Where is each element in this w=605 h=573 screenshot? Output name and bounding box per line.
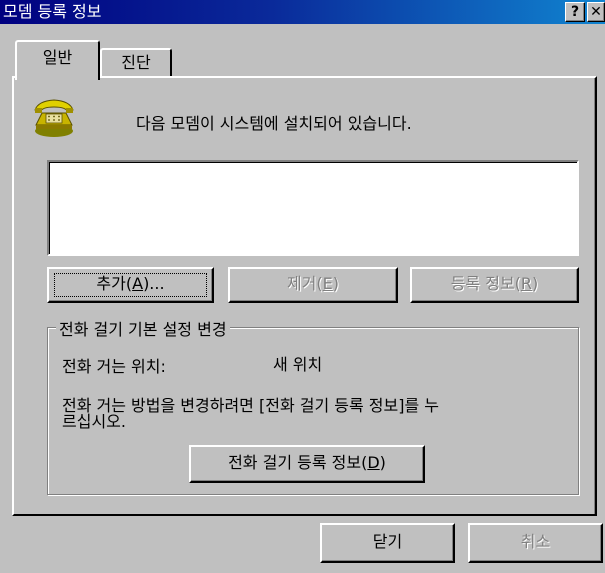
close-button[interactable]: 닫기 [320,523,455,563]
modem-properties-dialog: 모뎀 등록 정보 ? ✕ 일반 진단 다음 모뎀이 시스템에 설치되어 있습니다… [0,0,605,573]
help-icon: ? [570,4,580,20]
cancel-button[interactable]: 취소 [468,523,603,563]
focus-rectangle [54,273,207,297]
dialing-properties-label: 전화 걸기 등록 정보(D) [228,453,386,472]
dialing-location-label: 전화 거는 위치: [62,357,166,376]
dialing-location-value: 새 위치 [273,355,323,374]
title-bar[interactable]: 모뎀 등록 정보 ? ✕ [0,0,605,24]
tab-diagnostics-label: 진단 [121,53,151,72]
remove-button-label: 제거(E) [286,274,340,293]
group-title: 전화 걸기 기본 설정 변경 [56,316,230,340]
dialing-properties-button[interactable]: 전화 걸기 등록 정보(D) [189,445,425,483]
telephone-icon [34,99,74,137]
dialing-preferences-group: 전화 걸기 기본 설정 변경 전화 거는 위치: 새 위치 전화 거는 방법을 … [47,316,579,495]
modem-properties-button[interactable]: 등록 정보(R) [410,267,579,303]
tab-general[interactable]: 일반 [15,40,100,80]
close-window-button[interactable]: ✕ [587,2,605,22]
window-title: 모뎀 등록 정보 [3,2,102,21]
properties-button-label: 등록 정보(R) [450,274,539,293]
close-button-label: 닫기 [372,532,403,551]
tab-general-label: 일반 [42,48,73,67]
close-icon: ✕ [590,4,602,20]
dialing-help-text: 전화 거는 방법을 변경하려면 [전화 걸기 등록 정보]를 누 르십시오. [62,396,440,431]
modem-list[interactable] [47,160,579,256]
help-button[interactable]: ? [565,2,585,22]
cancel-button-label: 취소 [520,532,551,551]
tab-diagnostics[interactable]: 진단 [100,48,172,78]
add-modem-button[interactable]: 추가(A)... [47,267,214,303]
intro-text: 다음 모뎀이 시스템에 설치되어 있습니다. [136,114,412,133]
remove-modem-button[interactable]: 제거(E) [228,267,398,303]
